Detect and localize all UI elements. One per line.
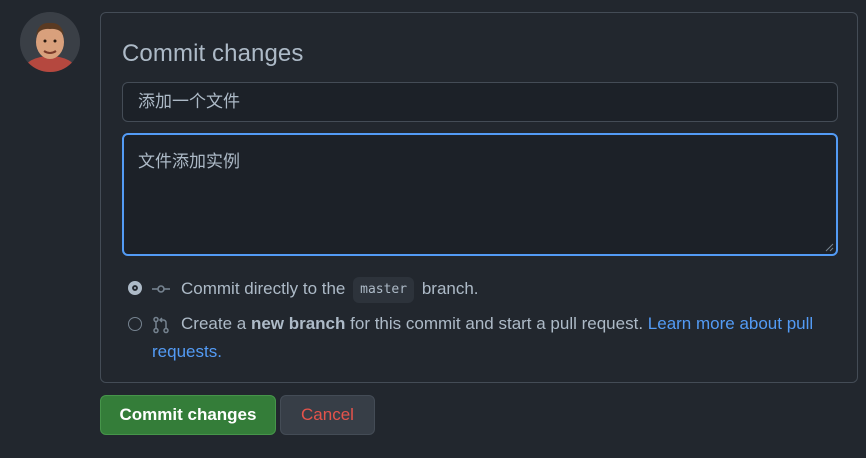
cancel-button[interactable]: Cancel <box>280 395 375 435</box>
option-new-text-after: for this commit and start a pull request… <box>350 314 644 333</box>
commit-description-text: 文件添加实例 <box>138 152 240 171</box>
option-commit-direct[interactable]: Commit directly to the master branch. <box>128 277 479 303</box>
option-direct-text-after: branch. <box>421 279 479 298</box>
option-direct-text-before: Commit directly to the <box>181 279 346 298</box>
branch-name-badge: master <box>353 277 415 303</box>
option-new-branch[interactable]: Create a new branch for this commit and … <box>128 313 838 363</box>
radio-new-branch[interactable] <box>128 317 142 331</box>
option-new-bold: new branch <box>250 314 346 333</box>
option-new-text-before: Create a <box>181 314 247 333</box>
git-pull-request-icon <box>153 316 169 334</box>
learn-more-link-continued[interactable]: requests. <box>152 342 222 361</box>
option-commit-direct-label: Commit directly to the master branch. <box>181 277 479 303</box>
panel-title: Commit changes <box>122 40 304 67</box>
commit-changes-button[interactable]: Commit changes <box>100 395 276 435</box>
resize-grip-icon[interactable] <box>825 243 834 252</box>
commit-panel: Commit changes 添加一个文件 文件添加实例 Commit dire… <box>100 12 858 383</box>
option-new-branch-label: Create a new branch for this commit and … <box>181 313 813 335</box>
commit-description-textarea[interactable]: 文件添加实例 <box>122 133 838 256</box>
user-avatar[interactable] <box>20 12 80 72</box>
git-commit-icon <box>152 285 170 293</box>
learn-more-link[interactable]: Learn more about pull <box>648 314 813 333</box>
commit-summary-input[interactable]: 添加一个文件 <box>122 82 838 122</box>
radio-commit-direct[interactable] <box>128 281 142 295</box>
